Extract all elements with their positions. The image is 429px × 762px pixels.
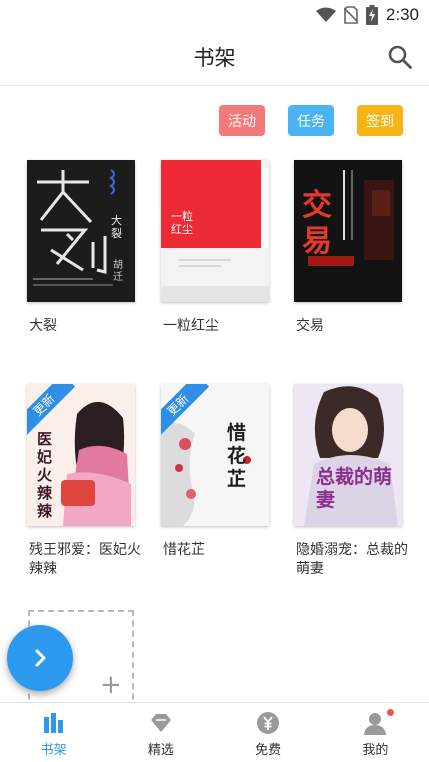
activity-button[interactable]: 活动 <box>219 105 265 136</box>
nav-item-featured[interactable]: 精选 <box>107 703 214 762</box>
bottom-nav: 书架 精选 免费 我的 <box>0 702 429 762</box>
user-icon <box>364 713 387 735</box>
book-title: 大裂 <box>29 318 57 334</box>
book-cover: 医妃火辣辣 更新 <box>27 384 135 526</box>
search-icon[interactable] <box>387 44 413 70</box>
top-bar: 书架 <box>0 30 429 86</box>
book-title: 隐婚溺宠：总裁的萌妻 <box>296 542 408 577</box>
cover-title: 医妃火辣辣 <box>37 430 53 520</box>
book-title: 惜花芷 <box>163 542 205 558</box>
plus-icon: + <box>100 670 122 700</box>
cover-title: 一粒红尘 <box>171 210 193 236</box>
no-sim-icon <box>343 6 358 24</box>
wifi-icon <box>315 7 336 22</box>
nav-label: 书架 <box>40 743 67 758</box>
book-cover: 大裂 胡迁 <box>27 160 135 302</box>
notification-badge <box>386 709 394 716</box>
cover-title: 总裁的萌妻 <box>316 466 393 511</box>
book-cover: 一粒红尘 <box>161 160 269 302</box>
bookshelf-icon <box>43 713 63 733</box>
book-cover: 惜花芷 更新 <box>161 384 269 526</box>
status-bar: 2:30 <box>0 0 429 30</box>
book-cover: 总裁的萌妻 <box>294 384 402 526</box>
chevron-right-icon <box>35 649 46 667</box>
cover-title: 惜花芷 <box>227 422 247 490</box>
battery-charging-icon <box>365 5 378 25</box>
status-time: 2:30 <box>385 5 419 24</box>
diamond-icon <box>150 714 171 732</box>
nav-label: 免费 <box>255 743 282 758</box>
nav-item-free[interactable]: 免费 <box>215 703 322 762</box>
yen-coin-icon <box>257 712 280 734</box>
book-cover: 交易 <box>294 160 402 302</box>
page-title: 书架 <box>193 46 236 70</box>
nav-label: 我的 <box>362 743 389 758</box>
cover-author: 胡迁 <box>113 260 123 283</box>
book-title: 交易 <box>296 318 324 334</box>
nav-item-bookshelf[interactable]: 书架 <box>0 703 107 762</box>
task-button[interactable]: 任务 <box>288 105 334 136</box>
checkin-button[interactable]: 签到 <box>357 105 403 136</box>
nav-label: 精选 <box>147 743 174 758</box>
cover-title: 大裂 <box>111 214 122 240</box>
cover-title: 交易 <box>302 188 332 259</box>
book-title: 一粒红尘 <box>163 318 219 334</box>
expand-fab-button[interactable] <box>7 625 73 691</box>
book-title: 残王邪爱：医妃火辣辣 <box>29 542 141 577</box>
nav-item-mine[interactable]: 我的 <box>322 703 429 762</box>
